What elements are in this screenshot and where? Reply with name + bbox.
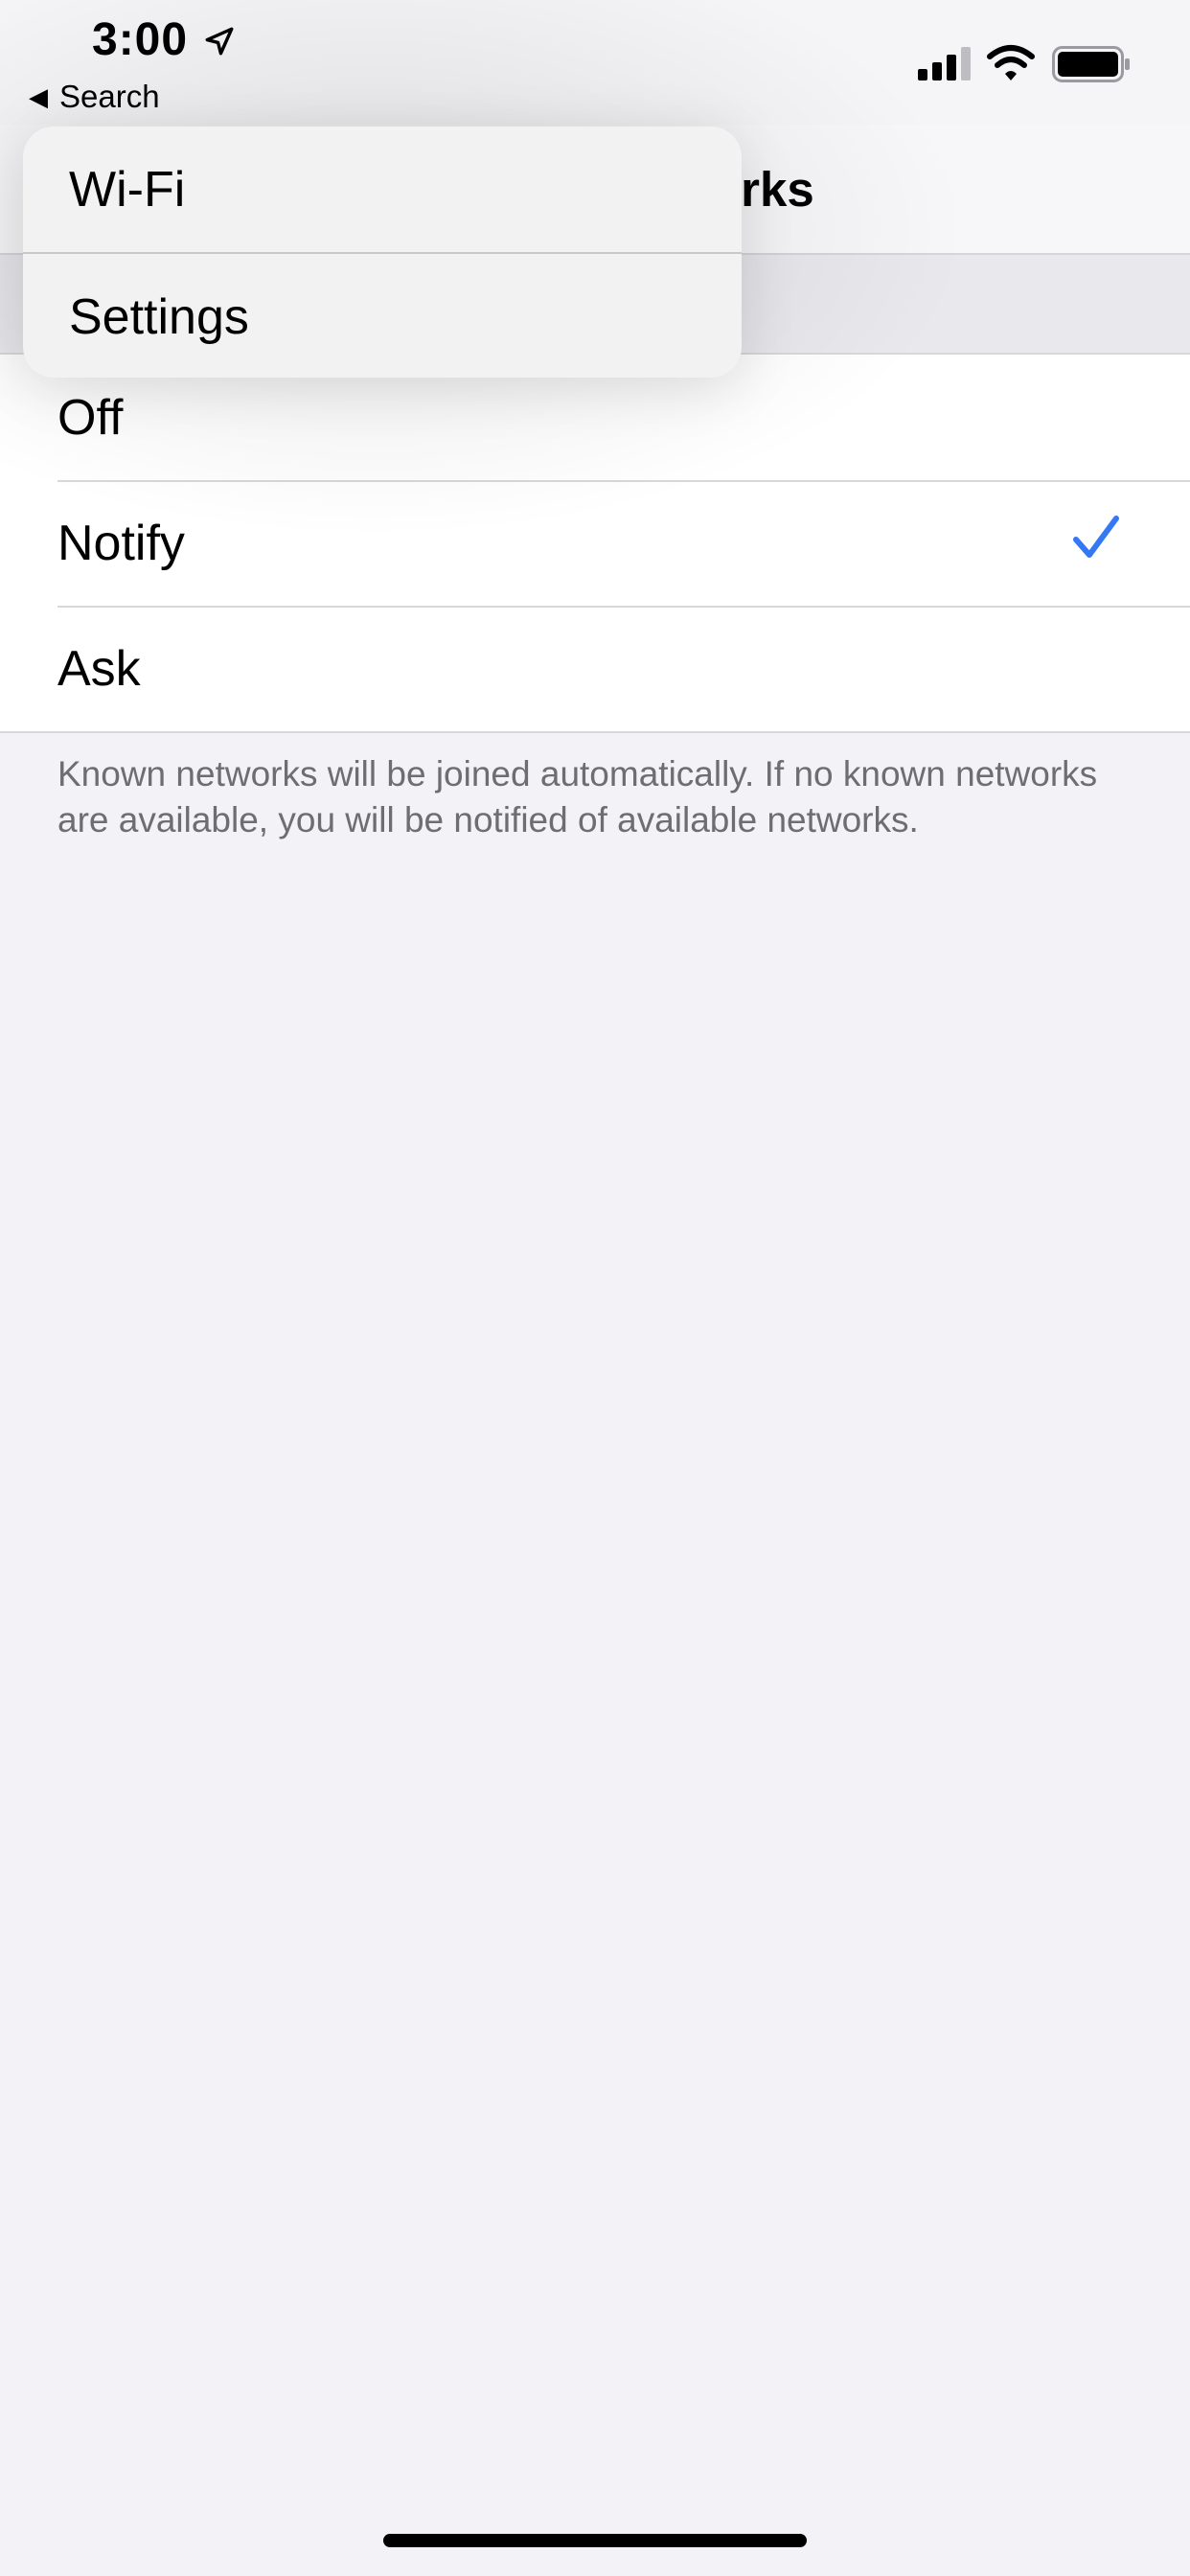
- location-arrow-icon: [205, 27, 234, 56]
- status-time: 3:00: [92, 14, 189, 65]
- back-navigation-menu: Wi-Fi Settings: [23, 126, 742, 378]
- menu-item-wifi[interactable]: Wi-Fi: [23, 126, 742, 252]
- menu-item-label: Settings: [69, 289, 249, 345]
- option-label: Notify: [57, 516, 185, 571]
- checkmark-icon: [1073, 516, 1119, 558]
- option-row-ask[interactable]: Ask: [0, 606, 1190, 731]
- menu-item-label: Wi-Fi: [69, 162, 186, 218]
- option-label: Ask: [57, 641, 141, 697]
- option-row-notify[interactable]: Notify: [0, 480, 1190, 606]
- wifi-icon: [987, 45, 1035, 80]
- ask-to-join-options-list: Off Notify Ask: [0, 353, 1190, 733]
- menu-item-settings[interactable]: Settings: [23, 252, 742, 378]
- back-to-search-label: Search: [59, 79, 160, 114]
- section-footer-description: Known networks will be joined automatica…: [57, 754, 1098, 840]
- home-indicator[interactable]: [383, 2534, 807, 2547]
- option-label: Off: [57, 390, 124, 446]
- back-to-search-button[interactable]: ◀ Search: [29, 79, 160, 115]
- cellular-signal-icon: [918, 47, 971, 80]
- battery-icon: [1052, 46, 1130, 82]
- status-bar: 3:00 ◀ Search: [0, 0, 1190, 125]
- back-triangle-icon: ◀: [29, 81, 48, 111]
